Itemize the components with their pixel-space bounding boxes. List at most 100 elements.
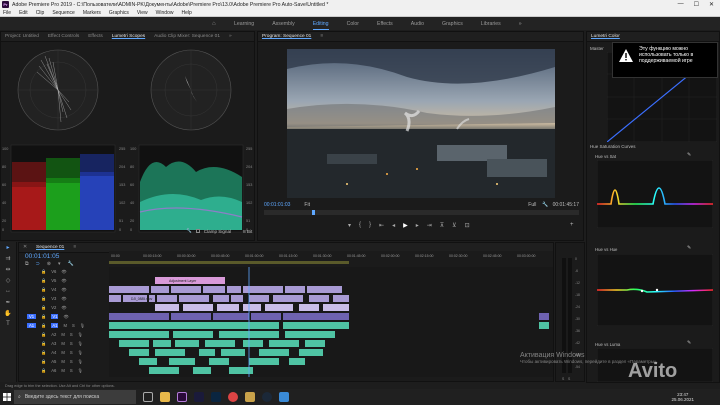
solo-button[interactable]: S <box>70 350 73 355</box>
mute-button[interactable]: M <box>63 323 67 328</box>
playhead-marker[interactable] <box>312 210 315 215</box>
lift-icon[interactable]: ⊼ <box>440 222 444 229</box>
quality-select[interactable]: Full <box>528 202 536 208</box>
app-icon[interactable] <box>279 392 289 402</box>
lock-icon[interactable]: 🔒 <box>41 287 46 293</box>
step-forward-icon[interactable]: ▸ <box>416 222 419 229</box>
tab-effects[interactable]: Effects <box>88 34 103 39</box>
lock-icon[interactable]: 🔒 <box>41 278 46 284</box>
mute-button[interactable]: M <box>61 332 65 337</box>
tab-effect-controls[interactable]: Effect Controls <box>48 34 79 39</box>
hue-vs-hue-graph[interactable] <box>597 254 713 326</box>
lock-icon[interactable]: 🔒 <box>41 314 46 320</box>
workspace-libraries[interactable]: Libraries <box>481 21 501 27</box>
workspace-graphics[interactable]: Graphics <box>442 21 463 27</box>
workspace-effects[interactable]: Effects <box>377 21 393 27</box>
menu-clip[interactable]: Clip <box>36 10 45 16</box>
maximize-button[interactable]: ☐ <box>694 1 699 8</box>
menu-graphics[interactable]: Graphics <box>109 10 129 16</box>
folder-icon[interactable] <box>245 392 255 402</box>
lock-icon[interactable]: 🔒 <box>41 341 46 347</box>
solo-button[interactable]: S <box>70 368 73 373</box>
mic-icon[interactable]: 🎙 <box>78 350 83 356</box>
track-header-v6[interactable]: 🔒 V6 👁 <box>19 267 109 276</box>
eyedropper-icon[interactable]: ✎ <box>687 340 691 346</box>
program-timecode[interactable]: 00:01:01:03 <box>264 202 290 208</box>
minimize-button[interactable]: — <box>678 1 684 8</box>
fit-select[interactable]: Fit <box>304 202 310 208</box>
extract-icon[interactable]: ⊻ <box>452 222 456 229</box>
razor-tool-icon[interactable]: ◇ <box>3 277 13 286</box>
add-marker-icon[interactable]: ▾ <box>348 222 351 229</box>
track-header-v2[interactable]: 🔒 V2 👁 <box>19 303 109 312</box>
go-to-in-icon[interactable]: ⇤ <box>379 222 384 229</box>
mute-button[interactable]: M <box>61 350 65 355</box>
video-clips-v1[interactable] <box>109 313 349 320</box>
meter-solo-right[interactable]: S <box>568 377 571 381</box>
chrome-icon[interactable] <box>228 392 238 402</box>
taskbar-clock[interactable]: 23:47 25.06.2021 <box>671 392 720 403</box>
export-frame-icon[interactable]: ⊡ <box>465 222 470 229</box>
mark-out-icon[interactable]: } <box>369 222 371 229</box>
solo-button[interactable]: S <box>70 359 73 364</box>
tab-lumetri-scopes[interactable]: Lumetri Scopes <box>112 34 145 39</box>
eye-icon[interactable]: 👁 <box>61 278 66 284</box>
mute-button[interactable]: M <box>61 368 65 373</box>
track-header-v5[interactable]: 🔒 V5 👁 <box>19 276 109 285</box>
hue-vs-sat-graph[interactable] <box>597 160 713 228</box>
menu-sequence[interactable]: Sequence <box>52 10 75 16</box>
type-tool-icon[interactable]: T <box>3 321 13 330</box>
eye-icon[interactable]: 👁 <box>61 305 66 311</box>
lock-icon[interactable]: 🔒 <box>41 305 46 311</box>
time-ruler[interactable]: 00:00 00:00:15:00 00:00:30:00 00:00:45:0… <box>109 251 553 265</box>
solo-button[interactable]: S <box>70 332 73 337</box>
photoshop-icon[interactable] <box>211 392 221 402</box>
eye-icon[interactable]: 👁 <box>61 296 66 302</box>
lock-icon[interactable]: 🔒 <box>41 323 46 329</box>
lock-icon[interactable]: 🔒 <box>41 350 46 356</box>
track-header-a5[interactable]: 🔒 A5 M S 🎙 <box>19 357 109 366</box>
tab-program[interactable]: Program: Sequence 01 <box>262 34 311 39</box>
lock-icon[interactable]: 🔒 <box>41 368 46 374</box>
steam-icon[interactable] <box>262 392 272 402</box>
program-video-frame[interactable] <box>287 49 555 198</box>
tab-lumetri-color[interactable]: Lumetri Color <box>591 34 620 39</box>
go-to-out-icon[interactable]: ⇥ <box>427 222 432 229</box>
lock-icon[interactable]: 🔒 <box>41 269 46 275</box>
menu-help[interactable]: Help <box>181 10 191 16</box>
workspace-learning[interactable]: Learning <box>234 21 254 27</box>
eye-icon[interactable]: 👁 <box>63 314 68 320</box>
track-header-a2[interactable]: 🔒 A2 M S 🎙 <box>19 330 109 339</box>
mark-in-icon[interactable]: { <box>359 222 361 229</box>
lock-icon[interactable]: 🔒 <box>41 332 46 338</box>
mic-icon[interactable]: 🎙 <box>78 368 83 374</box>
track-header-a1[interactable]: A1 🔒 A1 M S 🎙 <box>19 321 109 330</box>
menu-markers[interactable]: Markers <box>83 10 101 16</box>
eyedropper-icon[interactable]: ✎ <box>687 152 691 158</box>
media-encoder-icon[interactable] <box>194 392 204 402</box>
clamp-signal-checkbox[interactable] <box>195 229 200 233</box>
mute-button[interactable]: M <box>61 341 65 346</box>
mic-icon[interactable]: 🎙 <box>78 341 83 347</box>
timeline-timecode[interactable]: 00:01:01:05 <box>25 253 59 260</box>
timeline-clips-area[interactable]: Adjustment Layer DJI_0885.mov <box>109 267 553 377</box>
mic-icon[interactable]: 🎙 <box>78 359 83 365</box>
workspace-assembly[interactable]: Assembly <box>272 21 295 27</box>
lock-icon[interactable]: 🔒 <box>41 296 46 302</box>
home-icon[interactable]: ⌂ <box>212 21 226 27</box>
track-header-a4[interactable]: 🔒 A4 M S 🎙 <box>19 348 109 357</box>
workspace-color[interactable]: Color <box>347 21 359 27</box>
task-view-icon[interactable] <box>143 392 153 402</box>
program-scrubber[interactable] <box>264 210 579 215</box>
menu-window[interactable]: Window <box>156 10 174 16</box>
premiere-taskbar-icon[interactable] <box>177 392 187 402</box>
menu-view[interactable]: View <box>137 10 148 16</box>
step-back-icon[interactable]: ◂ <box>392 222 395 229</box>
section-header[interactable]: Hue Saturation Curves <box>590 144 636 149</box>
track-select-tool-icon[interactable]: ⇉ <box>3 255 13 264</box>
tab-sequence-01[interactable]: Sequence 01 <box>36 245 64 250</box>
close-sequence-icon[interactable]: ✕ <box>23 245 27 250</box>
add-button-icon[interactable]: + <box>570 222 574 228</box>
eyedropper-icon[interactable]: ✎ <box>687 245 691 251</box>
workspace-audio[interactable]: Audio <box>411 21 424 27</box>
